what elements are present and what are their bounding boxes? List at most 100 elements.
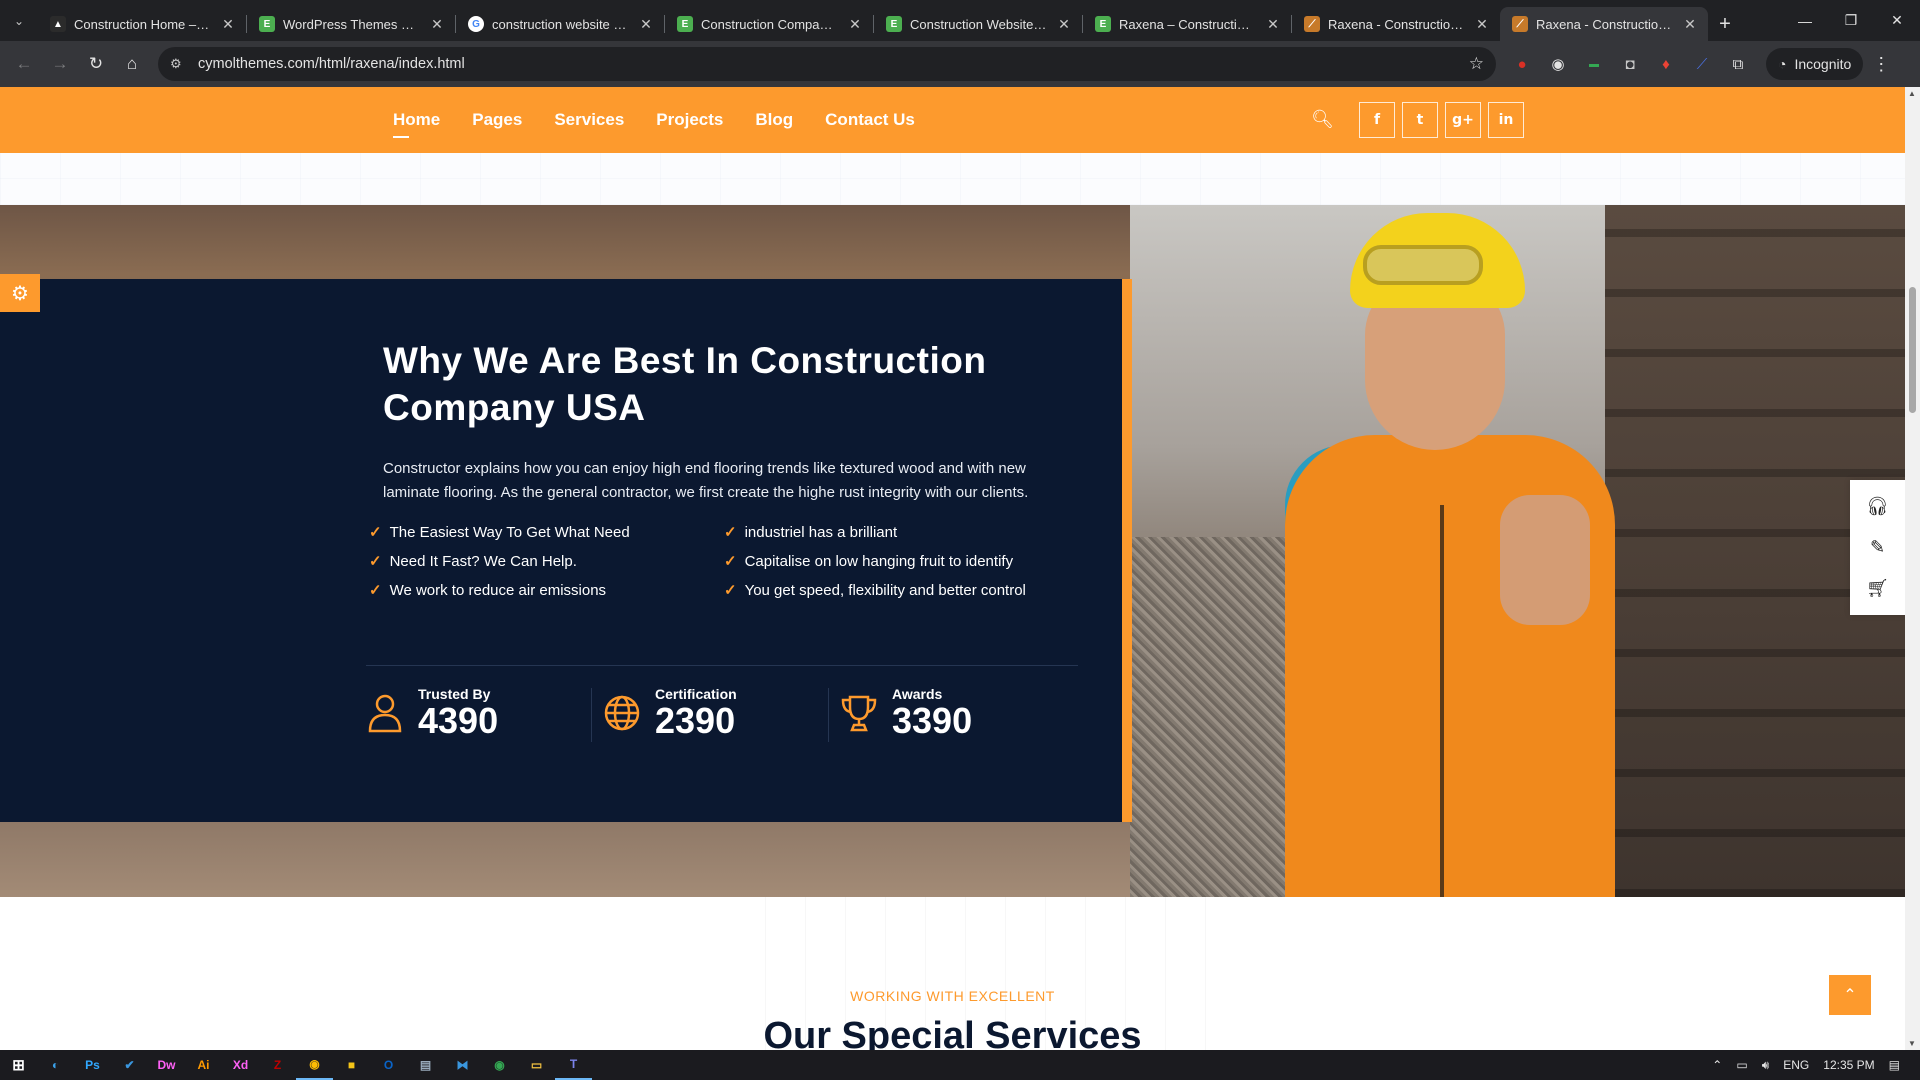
windows-taskbar: ⊞ ◐ Ps ✔ Dw Ai Xd Z ◉ ■ O ▤ ⧓ ◉ ▭ T ⌃ ▭ … xyxy=(0,1050,1920,1080)
tab-close-icon[interactable]: ✕ xyxy=(1682,16,1698,33)
google-plus-icon[interactable]: g+ xyxy=(1445,102,1481,138)
tab-close-icon[interactable]: ✕ xyxy=(638,16,654,33)
nav-item-projects[interactable]: Projects xyxy=(656,110,723,130)
sticky-notes-icon[interactable]: ■ xyxy=(333,1050,370,1080)
new-tab-button[interactable]: + xyxy=(1708,7,1742,41)
tab-close-icon[interactable]: ✕ xyxy=(429,16,445,33)
check-icon: ✓ xyxy=(369,524,382,541)
scrollbar-thumb[interactable] xyxy=(1909,287,1916,413)
edge-icon[interactable]: ◐ xyxy=(37,1050,74,1080)
tab-title: Raxena - Construction HT xyxy=(1536,16,1674,32)
browser-tab[interactable]: ⟋ Raxena - Construction HT ✕ xyxy=(1500,7,1708,41)
browser-tab[interactable]: E Construction Website Ten ✕ xyxy=(874,7,1082,41)
support-headset-icon[interactable]: 🎧︎ xyxy=(1866,496,1889,517)
tab-favicon-icon: E xyxy=(677,16,693,32)
tab-close-icon[interactable]: ✕ xyxy=(847,16,863,33)
trophy-icon xyxy=(840,692,878,734)
dreamweaver-icon[interactable]: Dw xyxy=(148,1050,185,1080)
twitter-icon[interactable]: t xyxy=(1402,102,1438,138)
services-eyebrow: WORKING WITH EXCELLENT xyxy=(850,988,1055,1004)
settings-gear-icon[interactable]: ⚙ xyxy=(0,274,40,312)
forward-icon[interactable]: → xyxy=(42,46,78,82)
volume-icon[interactable]: 🔊︎ xyxy=(1762,1058,1770,1073)
tab-favicon-icon: G xyxy=(468,16,484,32)
file-explorer-icon[interactable]: ▭ xyxy=(518,1050,555,1080)
tab-search-button[interactable]: ⌄ xyxy=(0,0,38,41)
browser-tab[interactable]: E Raxena – Construction HT ✕ xyxy=(1083,7,1291,41)
window-controls: — ❐ ✕ xyxy=(1782,0,1920,41)
nav-item-home[interactable]: Home xyxy=(393,110,440,138)
edit-pencil-icon[interactable]: ✎ xyxy=(1870,537,1885,558)
reload-icon[interactable]: ↻ xyxy=(78,46,114,82)
language-indicator[interactable]: ENG xyxy=(1783,1058,1809,1072)
clock[interactable]: 12:35 PM xyxy=(1823,1058,1874,1072)
network-icon[interactable]: ▭ xyxy=(1736,1058,1747,1072)
vscode-icon[interactable]: ⧓ xyxy=(444,1050,481,1080)
system-tray: ⌃ ▭ 🔊︎ ENG 12:35 PM ▤ xyxy=(1712,1050,1920,1080)
web-page: Home Pages Services Projects Blog Contact Us … xyxy=(0,87,1905,1050)
home-icon[interactable]: ⌂ xyxy=(114,46,150,82)
extension-blue-icon[interactable]: ⟋ xyxy=(1684,46,1720,82)
incognito-label: Incognito xyxy=(1794,56,1852,72)
close-window-icon[interactable]: ✕ xyxy=(1874,0,1920,41)
facebook-icon[interactable]: f xyxy=(1359,102,1395,138)
camera-extension-icon[interactable]: ◘ xyxy=(1612,46,1648,82)
nav-item-contact-us[interactable]: Contact Us xyxy=(825,110,915,130)
minimize-icon[interactable]: — xyxy=(1782,0,1828,41)
tab-close-icon[interactable]: ✕ xyxy=(220,16,236,33)
nav-item-pages[interactable]: Pages xyxy=(472,110,522,130)
tab-title: Construction Website Ten xyxy=(910,16,1048,32)
tab-close-icon[interactable]: ✕ xyxy=(1265,16,1281,33)
browser-tab[interactable]: E Construction Company W ✕ xyxy=(665,7,873,41)
nav-item-services[interactable]: Services xyxy=(554,110,624,130)
tab-favicon-icon: E xyxy=(886,16,902,32)
page-scrollbar[interactable]: ▲ ▼ xyxy=(1905,87,1920,1050)
notepad-icon[interactable]: ▤ xyxy=(407,1050,444,1080)
browser-tab[interactable]: ▲ Construction Home – Con ✕ xyxy=(38,7,246,41)
stat-item: Awards 3390 xyxy=(828,686,1077,742)
filezilla-icon[interactable]: Z xyxy=(259,1050,296,1080)
notifications-icon[interactable]: ▤ xyxy=(1889,1058,1900,1072)
feature-text: Need It Fast? We Can Help. xyxy=(389,552,577,570)
back-icon[interactable]: ← xyxy=(6,46,42,82)
browser-tab[interactable]: E WordPress Themes & We ✕ xyxy=(247,7,455,41)
chrome-icon[interactable]: ◉ xyxy=(481,1050,518,1080)
linkedin-icon[interactable]: in xyxy=(1488,102,1524,138)
extension-red-icon[interactable]: ● xyxy=(1504,46,1540,82)
scroll-to-top-button[interactable]: ⌃ xyxy=(1829,975,1871,1015)
extensions-puzzle-icon[interactable]: ⧉ xyxy=(1720,46,1756,82)
construction-worker-image xyxy=(1245,205,1665,897)
stat-value: 4390 xyxy=(418,700,499,741)
search-icon[interactable]: 🔍︎ xyxy=(1311,109,1334,130)
browser-menu-icon[interactable]: ⋮ xyxy=(1863,54,1899,75)
bookmark-star-icon[interactable]: ☆ xyxy=(1469,54,1484,74)
scroll-down-arrow[interactable]: ▼ xyxy=(1908,1039,1916,1048)
cart-icon[interactable]: 🛒︎ xyxy=(1866,578,1889,599)
tab-close-icon[interactable]: ✕ xyxy=(1474,16,1490,33)
xd-icon[interactable]: Xd xyxy=(222,1050,259,1080)
start-icon[interactable]: ⊞ xyxy=(0,1050,37,1080)
stats-row: Trusted By 4390 Certification 2390 Awards 339… xyxy=(366,686,1077,742)
teams-icon[interactable]: T xyxy=(555,1050,592,1080)
restore-icon[interactable]: ❐ xyxy=(1828,0,1874,41)
extension-green-icon[interactable]: ▬ xyxy=(1576,46,1612,82)
tray-overflow-icon[interactable]: ⌃ xyxy=(1712,1058,1722,1072)
browser-tab[interactable]: Gconstruction website tem ✕ xyxy=(456,7,664,41)
outlook-icon[interactable]: O xyxy=(370,1050,407,1080)
incognito-indicator[interactable]: ◔ Incognito xyxy=(1766,48,1864,80)
chrome-incognito-icon[interactable]: ◉ xyxy=(296,1050,333,1080)
worker-photo xyxy=(1130,205,1905,897)
photoshop-icon[interactable]: Ps xyxy=(74,1050,111,1080)
browser-tab[interactable]: ⟋ Raxena - Construction HT ✕ xyxy=(1292,7,1500,41)
scroll-up-arrow[interactable]: ▲ xyxy=(1908,89,1916,98)
tab-close-icon[interactable]: ✕ xyxy=(1056,16,1072,33)
site-info-icon[interactable]: ⚙ xyxy=(170,56,192,72)
illustrator-icon[interactable]: Ai xyxy=(185,1050,222,1080)
address-bar[interactable]: ⚙ cymolthemes.com/html/raxena/index.html… xyxy=(158,47,1496,81)
extension-flame-icon[interactable]: ♦ xyxy=(1648,46,1684,82)
todo-icon[interactable]: ✔ xyxy=(111,1050,148,1080)
nav-item-blog[interactable]: Blog xyxy=(755,110,793,130)
extension-eye-icon[interactable]: ◉ xyxy=(1540,46,1576,82)
user-icon xyxy=(366,692,404,734)
url-text[interactable]: cymolthemes.com/html/raxena/index.html xyxy=(198,56,1469,72)
